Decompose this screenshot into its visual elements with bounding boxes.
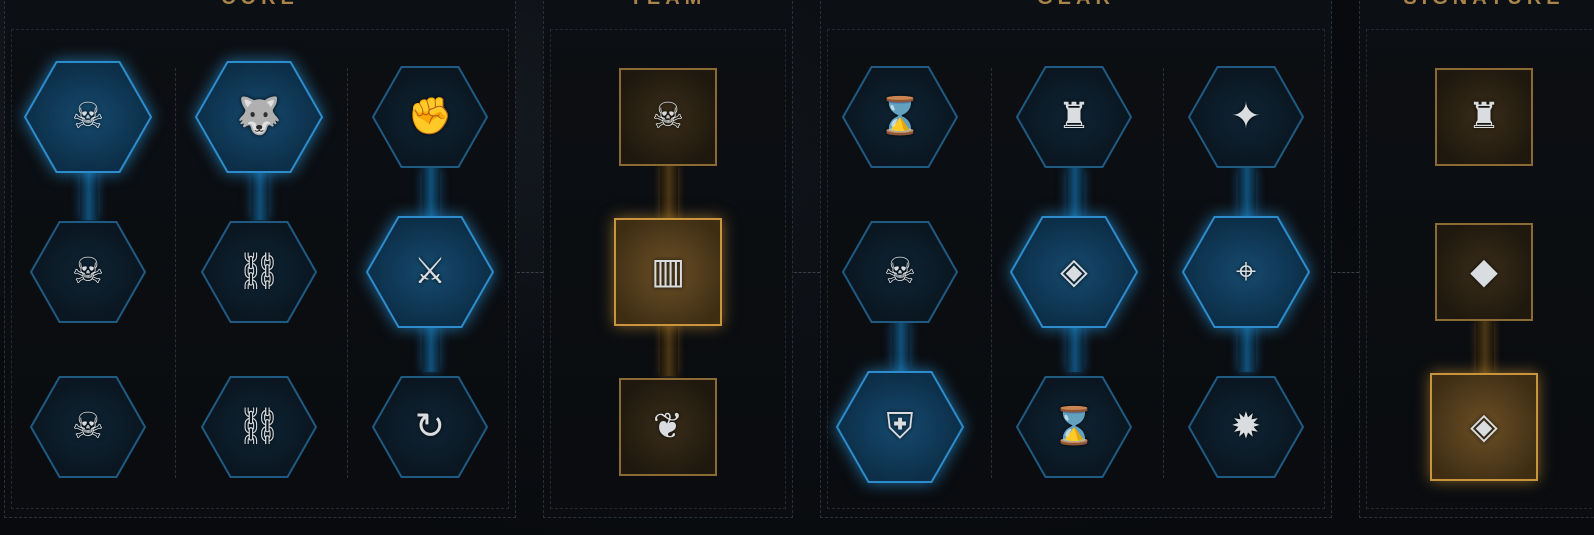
skull-target-icon: ☠ [651, 96, 685, 137]
wolf-rank-up-icon: 🐺 [236, 96, 282, 137]
target-arrows-icon: ⌖ [1235, 251, 1257, 292]
winged-chain-icon: ❦ [652, 406, 684, 447]
shield-plus-icon: ⛨ [886, 406, 914, 447]
gear-panel-title: GEAR [1019, 0, 1133, 8]
column-divider [347, 68, 348, 478]
hourglass-dome-icon: ⌛ [1051, 406, 1097, 447]
talent-node[interactable]: 🐺 [194, 61, 324, 173]
marine-dome-icon: ♜ [1057, 96, 1091, 137]
talent-node[interactable]: ☠ [619, 68, 717, 166]
node-link [892, 320, 910, 372]
glove-strike-icon: ✊ [407, 96, 453, 137]
node-link [422, 168, 440, 220]
explosion-dome-icon: ✹ [1230, 406, 1262, 447]
pistol-reload-icon: ↻ [414, 406, 446, 447]
talent-node[interactable]: ♜ [1435, 68, 1533, 166]
talent-node[interactable]: ⌛ [1015, 376, 1133, 478]
talent-node[interactable]: ☠ [29, 376, 147, 478]
talent-node[interactable]: ⛨ [835, 371, 965, 483]
talent-node[interactable]: ✊ [371, 66, 489, 168]
diamond-wings-icon: ◈ [1470, 406, 1498, 447]
node-link [1238, 168, 1256, 220]
talent-node[interactable]: ☠ [841, 221, 959, 323]
skulls-shield-plus-icon: ☠ [71, 96, 105, 137]
talent-node[interactable]: ◆ [1435, 223, 1533, 321]
talent-node[interactable]: ⌛ [841, 66, 959, 168]
talent-node[interactable]: ⚔ [365, 216, 495, 328]
chain-link-burst-icon: ⛓ [236, 251, 282, 292]
ammo-crate-rank-icon: ▥ [650, 251, 685, 292]
node-link [80, 168, 98, 220]
panel-connector [1333, 272, 1359, 273]
talent-node[interactable]: ❦ [619, 378, 717, 476]
panel-connector [794, 272, 820, 273]
talent-node[interactable]: ⌖ [1181, 216, 1311, 328]
talent-node[interactable]: ↻ [371, 376, 489, 478]
node-link [251, 168, 269, 220]
talent-node[interactable]: ✦ [1187, 66, 1305, 168]
signature-panel-title: SIGNATURE [1385, 0, 1583, 8]
column-divider [991, 68, 992, 478]
column-divider [1163, 68, 1164, 478]
node-link [660, 164, 678, 224]
column-divider [175, 68, 176, 478]
talent-node[interactable]: ◈ [1430, 373, 1538, 481]
node-link [660, 320, 678, 376]
talent-node[interactable]: ⛓ [200, 221, 318, 323]
panel-connector [517, 272, 543, 273]
hourglass-shield-icon: ⌛ [877, 96, 923, 137]
skulls-ammo-crate-icon: ☠ [71, 406, 105, 447]
talent-node[interactable]: ⛓ [200, 376, 318, 478]
crossed-guns-dome-icon: ⚔ [413, 251, 447, 292]
talent-node[interactable]: ▥ [614, 218, 722, 326]
bolter-diamond-icon: ◆ [1470, 251, 1498, 292]
team-panel-title: TEAM [611, 0, 725, 8]
marine-aura-icon: ♜ [1467, 96, 1501, 137]
winged-rank-icon: ✦ [1230, 96, 1262, 137]
talent-node[interactable]: ◈ [1009, 216, 1139, 328]
node-link [1066, 168, 1084, 220]
diamond-armor-icon: ◈ [1060, 251, 1088, 292]
talent-node[interactable]: ☠ [23, 61, 153, 173]
skulls-crate-arrows-icon: ☠ [883, 251, 917, 292]
core-panel-title: CORE [203, 0, 317, 8]
chain-plus-weight-icon: ⛓ [236, 406, 282, 447]
skulls-bolter-ammo-icon: ☠ [71, 251, 105, 292]
node-link [1476, 320, 1494, 376]
talent-node[interactable]: ☠ [29, 221, 147, 323]
talent-node[interactable]: ♜ [1015, 66, 1133, 168]
talent-node[interactable]: ✹ [1187, 376, 1305, 478]
